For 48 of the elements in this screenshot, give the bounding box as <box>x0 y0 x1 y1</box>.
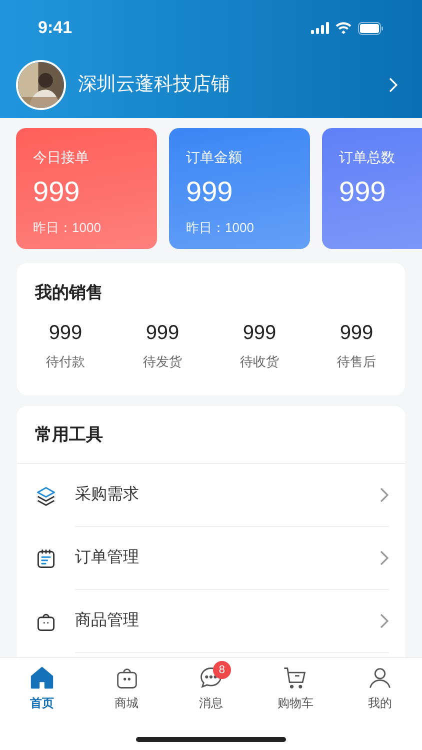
chevron-right-icon <box>379 487 389 503</box>
stat-value: 999 <box>186 175 234 209</box>
store-name[interactable]: 深圳云蓬科技店铺 <box>78 70 376 100</box>
sales-item[interactable]: 999 待售后 <box>308 318 405 371</box>
user-icon <box>366 665 393 691</box>
stat-yesterday: 昨日：1000 <box>186 219 255 237</box>
sales-item[interactable]: 999 待收货 <box>211 318 308 371</box>
sales-label: 待发货 <box>143 352 182 370</box>
tool-row[interactable]: 商品管理 <box>17 590 405 653</box>
layers-icon <box>35 484 57 506</box>
tab-item[interactable]: 首页 <box>0 665 84 712</box>
badge: 8 <box>212 661 231 679</box>
tab-item[interactable]: 购物车 <box>253 665 338 712</box>
sales-count: 999 <box>242 320 276 346</box>
tool-label: 商品管理 <box>75 610 140 631</box>
sales-label: 待收货 <box>240 352 279 370</box>
tools-title: 常用工具 <box>17 406 405 464</box>
chevron-right-icon <box>379 550 389 566</box>
wifi-icon <box>335 22 352 34</box>
tool-label: 采购需求 <box>75 484 140 505</box>
tool-row[interactable]: 采购需求 <box>17 464 405 527</box>
tool-row[interactable]: 订单管理 <box>17 527 405 590</box>
home-icon <box>29 665 56 691</box>
sales-label: 待付款 <box>46 352 85 370</box>
stat-label: 今日接单 <box>33 148 90 167</box>
chat-icon <box>198 665 224 691</box>
sales-title: 我的销售 <box>34 282 104 304</box>
notepad-icon <box>35 548 57 570</box>
cart-icon <box>282 665 308 691</box>
stat-value: 999 <box>339 175 387 209</box>
chevron-right-icon <box>388 77 398 93</box>
sales-count: 999 <box>340 320 374 346</box>
stat-yesterday: 昨日：1000 <box>33 219 102 237</box>
tool-label: 订单管理 <box>75 548 140 568</box>
sales-label: 待售后 <box>337 352 376 370</box>
chevron-right-icon <box>379 613 389 629</box>
sales-count: 999 <box>146 320 180 346</box>
stat-label: 订单总数 <box>339 148 396 167</box>
sales-item[interactable]: 999 待发货 <box>114 318 211 371</box>
stat-label: 订单金额 <box>186 148 243 167</box>
battery-icon <box>358 22 384 34</box>
tab-item[interactable]: 我的 <box>338 665 422 712</box>
stat-value: 999 <box>33 175 81 209</box>
signal-icon <box>311 22 329 34</box>
sales-item[interactable]: 999 待付款 <box>17 318 114 371</box>
status-time: 9:41 <box>38 17 72 40</box>
tab-item[interactable]: 商城 <box>84 665 169 712</box>
sales-count: 999 <box>48 320 82 346</box>
